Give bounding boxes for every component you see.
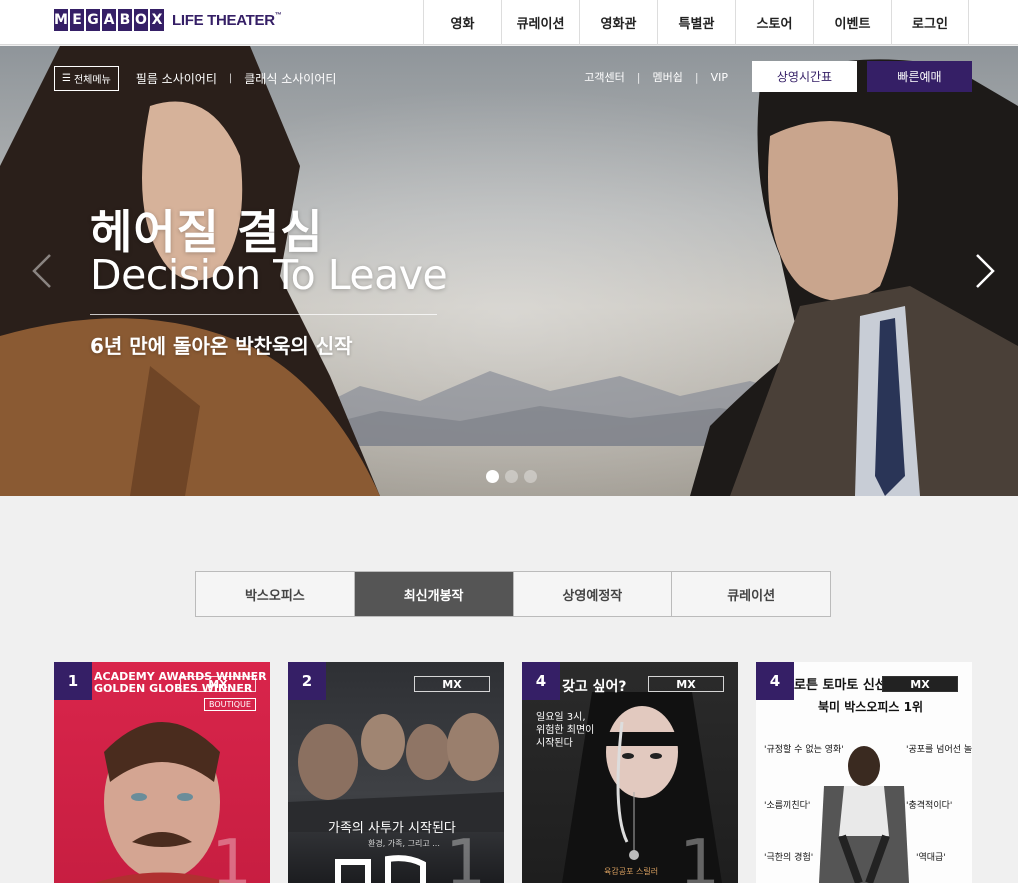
tab-curation[interactable]: 큐레이션	[672, 572, 830, 616]
logo-subtitle: LIFE THEATER™	[172, 12, 282, 29]
separator: |	[228, 73, 233, 84]
utility-links: 고객센터 | 멤버쉽 | VIP	[584, 69, 728, 85]
poster-tagline: 가족의 사투가 시작된다	[328, 821, 456, 836]
poster-review: '충격적이다'	[906, 801, 953, 811]
poster-review: '역대급'	[916, 853, 946, 863]
separator: |	[694, 70, 699, 84]
nav-curation[interactable]: 큐레이션	[501, 0, 579, 45]
poster-review: '극한의 경험'	[764, 853, 814, 863]
mx-badge: MX	[414, 676, 490, 692]
hero-banner[interactable]: ☰ 전체메뉴 필름 소사이어티 | 클래식 소사이어티 고객센터 | 멤버쉽 |…	[0, 46, 1018, 496]
poster-copy: 시작된다	[536, 738, 573, 749]
movie-poster-the-host[interactable]: 2 MX 가족의 사투가 시작된다 환경, 가족, 그리고 ... 1	[288, 662, 504, 883]
prev-slide-icon[interactable]	[28, 251, 58, 291]
logo-letter: X	[150, 9, 164, 31]
tab-new-releases[interactable]: 최신개봉작	[354, 572, 514, 616]
megabox-logo[interactable]: M E G A B O X LIFE THEATER™	[54, 8, 282, 32]
schedule-button[interactable]: 상영시간표	[752, 61, 857, 92]
mx-badge: MX	[648, 676, 724, 692]
logo-wordmark: M E G A B O X	[54, 9, 164, 31]
nav-event[interactable]: 이벤트	[813, 0, 891, 45]
slide-dot-1[interactable]	[486, 470, 499, 483]
poster-boxoffice-text: 북미 박스오피스 1위	[818, 700, 924, 714]
nav-movie[interactable]: 영화	[423, 0, 501, 45]
poster-review: '소름끼친다'	[764, 801, 811, 811]
nav-special[interactable]: 특별관	[657, 0, 735, 45]
poster-genre: 육감공포 스릴러	[604, 867, 659, 876]
logo-letter: M	[54, 9, 68, 31]
page-root: M E G A B O X LIFE THEATER™ 영화 큐레이션 영화관 …	[0, 0, 1018, 883]
logo-letter: G	[86, 9, 100, 31]
logo-subtitle-text: LIFE THEATER	[172, 11, 275, 29]
nav-login[interactable]: 로그인	[891, 0, 969, 45]
poster-title-text: 갖고 싶어?	[562, 679, 627, 695]
poster-watermark-number: 1	[679, 827, 720, 883]
poster-review: '규정할 수 없는 영화'	[764, 745, 844, 755]
rank-badge: 1	[54, 662, 92, 700]
movie-poster-get-out[interactable]: 4 MX 로튼 토마토 신선도 99% 북미 박스오피스 1위 '규정할 수 없…	[756, 662, 972, 883]
slide-indicators	[486, 470, 537, 483]
hero-tagline: 6년 만에 돌아온 박찬욱의 신작	[90, 334, 353, 358]
trademark: ™	[274, 11, 282, 19]
classic-society-link[interactable]: 클래식 소사이어티	[244, 70, 336, 87]
poster-subtext: 환경, 가족, 그리고 ...	[368, 839, 440, 848]
tab-box-office[interactable]: 박스오피스	[196, 572, 355, 616]
all-menu-button[interactable]: ☰ 전체메뉴	[54, 66, 119, 91]
hero-title-english: Decision To Leave	[90, 251, 448, 299]
nav-theater[interactable]: 영화관	[579, 0, 657, 45]
tab-upcoming[interactable]: 상영예정작	[514, 572, 673, 616]
vip-link[interactable]: VIP	[711, 71, 728, 84]
quick-booking-button[interactable]: 빠른예매	[867, 61, 972, 92]
logo-letter: B	[118, 9, 132, 31]
rank-badge: 4	[522, 662, 560, 700]
nav-store[interactable]: 스토어	[735, 0, 813, 45]
movie-poster-her[interactable]: 1 MX ACADEMY AWARDS WINNER GOLDEN GLOBES…	[54, 662, 270, 883]
film-society-link[interactable]: 필름 소사이어티	[136, 70, 217, 87]
logo-letter: O	[134, 9, 148, 31]
sub-nav: ☰ 전체메뉴 필름 소사이어티 | 클래식 소사이어티	[54, 66, 336, 91]
poster-review: '공포를 넘어선 놀라움'	[906, 745, 972, 755]
separator: |	[636, 70, 641, 84]
mx-badge: MX	[882, 676, 958, 692]
customer-center-link[interactable]: 고객센터	[584, 69, 624, 85]
main-nav: 영화 큐레이션 영화관 특별관 스토어 이벤트 로그인	[423, 0, 969, 45]
movie-poster-horror[interactable]: 4 MX 갖고 싶어? 일요일 3시, 위험한 최면이 시작된다 육감공포 스릴…	[522, 662, 738, 883]
poster-cast-image	[288, 713, 504, 832]
poster-watermark-number: 1	[445, 827, 486, 883]
membership-link[interactable]: 멤버쉽	[653, 69, 683, 85]
all-menu-label: 전체메뉴	[73, 75, 111, 86]
next-slide-icon[interactable]	[969, 251, 999, 291]
slide-dot-3[interactable]	[524, 470, 537, 483]
hero-divider	[90, 314, 437, 315]
poster-watermark-number: 1	[211, 827, 252, 883]
poster-boutique-label: BOUTIQUE	[204, 698, 256, 711]
rank-badge: 4	[756, 662, 794, 700]
top-header: M E G A B O X LIFE THEATER™ 영화 큐레이션 영화관 …	[0, 0, 1018, 45]
hamburger-icon: ☰	[62, 73, 71, 84]
logo-letter: A	[102, 9, 116, 31]
mx-badge: MX	[180, 676, 256, 692]
logo-letter: E	[70, 9, 84, 31]
movie-tabs: 박스오피스 최신개봉작 상영예정작 큐레이션	[195, 571, 831, 617]
slide-dot-2[interactable]	[505, 470, 518, 483]
rank-badge: 2	[288, 662, 326, 700]
